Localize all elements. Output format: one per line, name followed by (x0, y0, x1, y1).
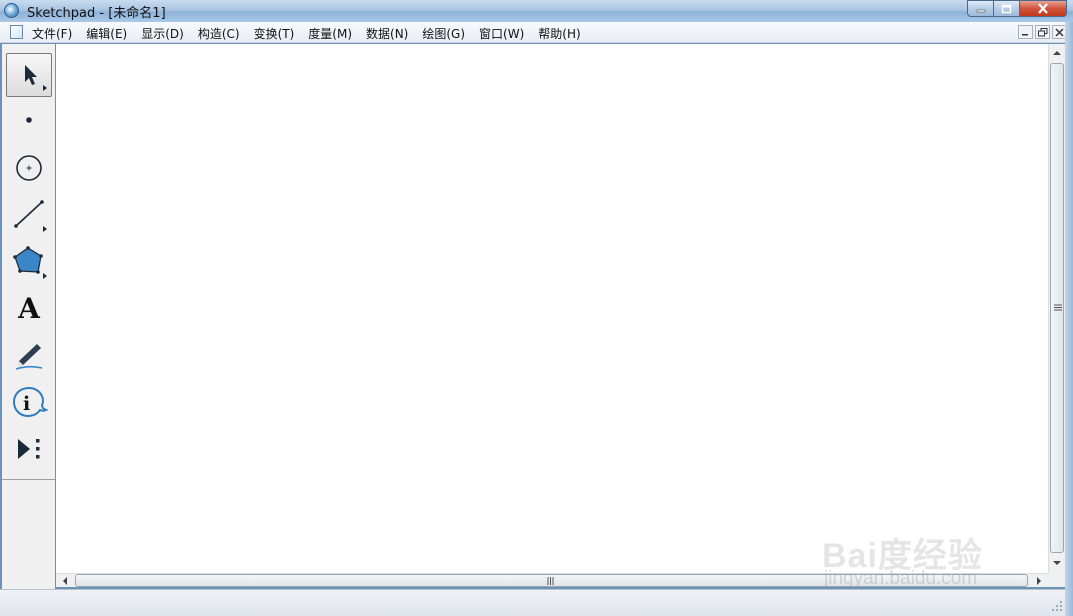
close-icon (1038, 3, 1048, 14)
window-title: Sketchpad - [未命名1] (27, 6, 166, 21)
vertical-scroll-thumb[interactable] (1050, 63, 1064, 553)
text-icon: A (18, 291, 40, 325)
compass-icon (16, 155, 42, 181)
sketch-canvas[interactable] (56, 44, 1048, 573)
document-restore-button[interactable] (1035, 25, 1050, 39)
point-tool[interactable] (6, 98, 52, 142)
menu-graph[interactable]: 绘图(G) (422, 25, 465, 42)
minimize-icon (1022, 34, 1028, 36)
text-tool[interactable]: A (6, 286, 52, 330)
watermark-url: jingyan.baidu.com (824, 568, 978, 589)
document-window-controls (1018, 25, 1067, 39)
minimize-button[interactable] (967, 0, 994, 17)
polygon-icon (13, 246, 47, 279)
custom-tool-icon (18, 439, 40, 459)
menu-bar: 文件(F) 编辑(E) 显示(D) 构造(C) 变换(T) 度量(M) 数据(N… (0, 22, 1073, 43)
polygon-tool[interactable] (6, 239, 52, 283)
compass-tool[interactable] (6, 145, 52, 189)
grip-icon (547, 577, 554, 585)
scrollbar-corner (1048, 573, 1065, 587)
menu-measure[interactable]: 度量(M) (308, 25, 352, 42)
menu-data[interactable]: 数据(N) (366, 25, 408, 42)
scroll-down-icon[interactable] (1053, 560, 1061, 566)
menu-file[interactable]: 文件(F) (32, 25, 72, 42)
menu-help[interactable]: 帮助(H) (538, 25, 580, 42)
close-button[interactable] (1020, 0, 1067, 17)
toolbox: A i (2, 44, 56, 589)
scroll-left-icon[interactable] (62, 577, 68, 585)
menu-transform[interactable]: 变换(T) (254, 25, 295, 42)
arrow-select-icon (25, 65, 47, 91)
menu-items: 文件(F) 编辑(E) 显示(D) 构造(C) 变换(T) 度量(M) 数据(N… (32, 25, 595, 42)
window-controls (967, 0, 1067, 17)
toolbox-divider (2, 479, 55, 480)
maximize-icon (1001, 4, 1012, 13)
app-icon (4, 3, 19, 18)
marker-tool[interactable] (6, 333, 52, 377)
restore-icon (1037, 27, 1047, 36)
menu-display[interactable]: 显示(D) (141, 25, 184, 42)
title-bar: Sketchpad - [未命名1] (0, 0, 1073, 22)
straightedge-tool[interactable] (6, 192, 52, 236)
close-icon (1055, 27, 1064, 37)
document-icon[interactable] (10, 25, 23, 39)
status-bar (0, 589, 1065, 616)
maximize-button[interactable] (994, 0, 1020, 17)
scroll-right-icon[interactable] (1036, 577, 1042, 585)
resize-grip-icon[interactable] (1051, 600, 1063, 612)
information-icon: i (12, 386, 49, 418)
vertical-scrollbar[interactable] (1048, 44, 1065, 573)
marker-icon (15, 344, 43, 370)
menu-window[interactable]: 窗口(W) (479, 25, 524, 42)
menu-construct[interactable]: 构造(C) (198, 25, 240, 42)
straightedge-icon (14, 200, 47, 232)
window-right-border (1065, 22, 1073, 616)
arrow-tool[interactable] (6, 53, 52, 97)
information-tool[interactable]: i (6, 380, 52, 424)
grip-icon (1054, 304, 1062, 311)
scroll-up-icon[interactable] (1053, 50, 1061, 56)
menu-edit[interactable]: 编辑(E) (86, 25, 127, 42)
minimize-icon (976, 9, 985, 12)
svg-text:i: i (23, 393, 30, 415)
custom-tool[interactable] (6, 427, 52, 471)
point-icon (26, 117, 32, 123)
document-minimize-button[interactable] (1018, 25, 1033, 39)
